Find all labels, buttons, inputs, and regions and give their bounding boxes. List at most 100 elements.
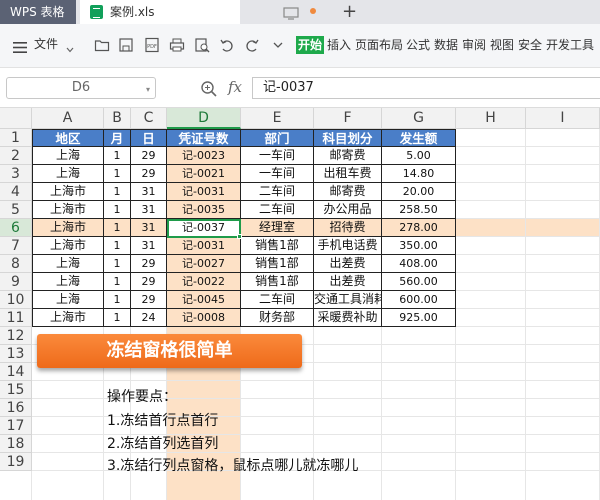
row-header[interactable]: 16 bbox=[0, 399, 32, 417]
table-cell[interactable]: 1 bbox=[104, 201, 131, 219]
table-header-cell[interactable]: 地区 bbox=[32, 129, 104, 147]
column-header-a[interactable]: A bbox=[32, 108, 104, 129]
more-chevron-icon[interactable] bbox=[270, 37, 286, 53]
table-cell[interactable]: 上海 bbox=[32, 147, 104, 165]
row-header[interactable]: 8 bbox=[0, 255, 32, 273]
row-header[interactable]: 18 bbox=[0, 435, 32, 453]
tab-data[interactable]: 数据 bbox=[434, 36, 458, 54]
table-cell[interactable]: 上海市 bbox=[32, 183, 104, 201]
table-cell[interactable]: 一车间 bbox=[241, 165, 314, 183]
tab-view[interactable]: 视图 bbox=[490, 36, 514, 54]
undo-icon[interactable] bbox=[219, 37, 235, 53]
save-icon[interactable] bbox=[118, 37, 134, 53]
table-cell[interactable]: 记-0035 bbox=[167, 201, 241, 219]
table-cell[interactable]: 出差费 bbox=[314, 273, 382, 291]
tab-security[interactable]: 安全 bbox=[518, 36, 542, 54]
column-header-d[interactable]: D bbox=[167, 108, 241, 129]
table-cell[interactable]: 1 bbox=[104, 273, 131, 291]
table-cell[interactable]: 29 bbox=[131, 255, 167, 273]
table-cell[interactable]: 上海 bbox=[32, 255, 104, 273]
table-cell[interactable]: 出差费 bbox=[314, 255, 382, 273]
table-cell[interactable]: 销售1部 bbox=[241, 237, 314, 255]
table-cell[interactable]: 29 bbox=[131, 291, 167, 309]
tab-formulas[interactable]: 公式 bbox=[406, 36, 430, 54]
table-cell[interactable]: 278.00 bbox=[382, 219, 456, 237]
table-cell[interactable]: 上海 bbox=[32, 165, 104, 183]
table-cell[interactable]: 二车间 bbox=[241, 291, 314, 309]
export-pdf-icon[interactable]: PDF bbox=[144, 37, 160, 53]
column-header-e[interactable]: E bbox=[241, 108, 314, 129]
table-cell[interactable]: 记-0031 bbox=[167, 237, 241, 255]
table-cell[interactable]: 31 bbox=[131, 201, 167, 219]
print-preview-icon[interactable] bbox=[194, 37, 210, 53]
tab-insert[interactable]: 插入 bbox=[327, 36, 351, 54]
table-cell[interactable]: 5.00 bbox=[382, 147, 456, 165]
table-header-cell[interactable]: 发生额 bbox=[382, 129, 456, 147]
table-cell[interactable]: 二车间 bbox=[241, 201, 314, 219]
table-cell[interactable]: 销售1部 bbox=[241, 255, 314, 273]
table-cell[interactable]: 925.00 bbox=[382, 309, 456, 327]
row-header[interactable]: 10 bbox=[0, 291, 32, 309]
table-cell[interactable]: 31 bbox=[131, 237, 167, 255]
table-cell[interactable]: 29 bbox=[131, 273, 167, 291]
row-header[interactable]: 11 bbox=[0, 309, 32, 327]
fx-icon[interactable]: fx bbox=[228, 78, 242, 96]
open-folder-icon[interactable] bbox=[94, 37, 110, 53]
table-cell[interactable]: 邮寄费 bbox=[314, 147, 382, 165]
table-header-cell[interactable]: 日 bbox=[131, 129, 167, 147]
row-header[interactable]: 1 bbox=[0, 129, 32, 147]
row-header[interactable]: 12 bbox=[0, 327, 32, 345]
table-cell[interactable]: 408.00 bbox=[382, 255, 456, 273]
row-header[interactable]: 3 bbox=[0, 165, 32, 183]
table-header-cell[interactable]: 凭证号数 bbox=[167, 129, 241, 147]
table-cell[interactable]: 258.50 bbox=[382, 201, 456, 219]
tab-page-layout[interactable]: 页面布局 bbox=[355, 36, 403, 54]
tab-developer[interactable]: 开发工具 bbox=[546, 36, 594, 54]
row-header[interactable]: 15 bbox=[0, 381, 32, 399]
name-box[interactable]: D6 bbox=[6, 77, 156, 99]
window-icon[interactable] bbox=[283, 5, 299, 20]
table-cell[interactable]: 1 bbox=[104, 183, 131, 201]
redo-icon[interactable] bbox=[244, 37, 260, 53]
hamburger-menu-icon[interactable] bbox=[13, 38, 27, 53]
column-header-b[interactable]: B bbox=[104, 108, 131, 129]
chevron-down-icon[interactable] bbox=[66, 39, 74, 53]
table-cell[interactable]: 上海市 bbox=[32, 237, 104, 255]
table-cell[interactable]: 14.80 bbox=[382, 165, 456, 183]
formula-input[interactable]: 记-0037 bbox=[252, 77, 600, 99]
row-header[interactable]: 19 bbox=[0, 453, 32, 471]
new-tab-plus-icon[interactable]: + bbox=[342, 1, 357, 23]
table-cell[interactable]: 招待费 bbox=[314, 219, 382, 237]
select-all-corner[interactable] bbox=[0, 108, 32, 129]
table-header-cell[interactable]: 部门 bbox=[241, 129, 314, 147]
row-header[interactable]: 14 bbox=[0, 363, 32, 381]
table-cell[interactable]: 记-0045 bbox=[167, 291, 241, 309]
table-cell[interactable]: 1 bbox=[104, 165, 131, 183]
print-icon[interactable] bbox=[169, 37, 185, 53]
table-cell[interactable]: 350.00 bbox=[382, 237, 456, 255]
table-cell[interactable]: 上海市 bbox=[32, 201, 104, 219]
file-tab[interactable]: 案例.xls bbox=[80, 0, 240, 24]
table-cell[interactable]: 上海市 bbox=[32, 219, 104, 237]
table-cell[interactable]: 1 bbox=[104, 237, 131, 255]
table-cell[interactable]: 记-0008 bbox=[167, 309, 241, 327]
table-header-cell[interactable]: 科目划分 bbox=[314, 129, 382, 147]
table-cell[interactable]: 1 bbox=[104, 219, 131, 237]
table-cell[interactable]: 600.00 bbox=[382, 291, 456, 309]
file-menu[interactable]: 文件 bbox=[34, 36, 58, 52]
active-cell-border[interactable] bbox=[167, 219, 241, 238]
row-header[interactable]: 7 bbox=[0, 237, 32, 255]
name-box-dropdown-icon[interactable]: ▾ bbox=[146, 85, 150, 94]
table-cell[interactable]: 交通工具消耗 bbox=[314, 291, 382, 309]
table-header-cell[interactable]: 月 bbox=[104, 129, 131, 147]
table-cell[interactable]: 采暖费补助 bbox=[314, 309, 382, 327]
table-cell[interactable]: 二车间 bbox=[241, 183, 314, 201]
table-cell[interactable]: 1 bbox=[104, 309, 131, 327]
zoom-search-icon[interactable] bbox=[200, 80, 218, 98]
table-cell[interactable]: 31 bbox=[131, 183, 167, 201]
row-header[interactable]: 6 bbox=[0, 219, 32, 237]
fill-handle[interactable] bbox=[237, 234, 242, 239]
table-cell[interactable]: 记-0021 bbox=[167, 165, 241, 183]
table-cell[interactable]: 经理室 bbox=[241, 219, 314, 237]
table-cell[interactable]: 1 bbox=[104, 147, 131, 165]
